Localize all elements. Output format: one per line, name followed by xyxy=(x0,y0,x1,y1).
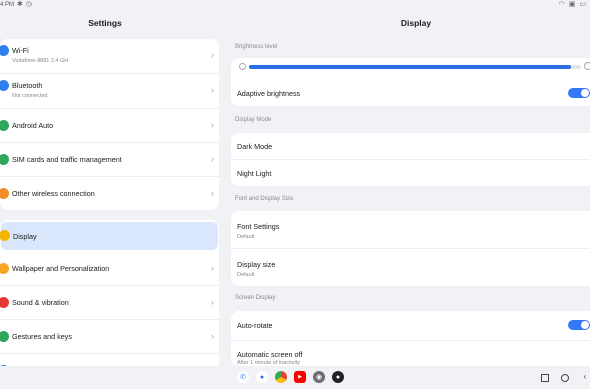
brightness-slider[interactable] xyxy=(231,58,590,80)
font-settings-value: Default xyxy=(237,234,255,240)
youtube-app-icon[interactable]: ▶ xyxy=(294,371,306,383)
adaptive-brightness-row[interactable]: Adaptive brightness xyxy=(231,80,590,106)
android-auto-icon xyxy=(0,120,9,131)
adaptive-brightness-toggle[interactable] xyxy=(568,88,590,98)
android-auto-label: Android Auto xyxy=(12,121,54,130)
brightness-card: Adaptive brightness xyxy=(231,58,590,106)
clock-status-icon: ◷ xyxy=(25,1,32,8)
settings-item-wallpaper[interactable]: Wallpaper and Personalization › xyxy=(0,252,219,286)
back-icon: ‹ xyxy=(583,372,587,381)
chevron-right-icon: › xyxy=(211,263,214,273)
font-settings-row[interactable]: Font Settings Default xyxy=(231,211,590,249)
display-icon xyxy=(0,230,10,241)
bluetooth-label: Bluetooth xyxy=(12,81,43,90)
camera-app-icon[interactable]: ◉ xyxy=(313,371,325,383)
system-nav-keys: ‹ xyxy=(540,372,590,384)
bluetooth-icon xyxy=(0,80,9,91)
brightness-track[interactable] xyxy=(249,65,581,69)
screen-display-card: Auto-rotate Automatic screen off After 1… xyxy=(231,311,590,366)
display-mode-section-header: Display Mode xyxy=(235,117,272,123)
back-button[interactable]: ‹ xyxy=(580,372,590,384)
settings-item-sim[interactable]: SIM cards and traffic management › xyxy=(0,143,219,177)
home-icon xyxy=(561,374,569,382)
gestures-label: Gestures and keys xyxy=(12,332,72,341)
auto-rotate-toggle[interactable] xyxy=(568,320,590,330)
display-mode-card: Dark Mode Night Light xyxy=(231,133,590,186)
brightness-low-icon xyxy=(239,63,246,70)
recents-icon xyxy=(541,374,549,382)
display-title: Display xyxy=(400,18,432,28)
wallpaper-icon xyxy=(0,263,9,274)
app-dock: ✆ ● ▶ ◉ ● xyxy=(237,371,344,383)
bluetooth-status: Not connected xyxy=(12,93,48,99)
settings-group-connectivity: Wi-Fi Vodafone-9881 2.4 GH › Bluetooth N… xyxy=(0,39,219,210)
chevron-right-icon: › xyxy=(211,297,214,307)
night-light-label: Night Light xyxy=(237,169,272,178)
chevron-right-icon: › xyxy=(211,120,214,130)
settings-item-gestures[interactable]: Gestures and keys › xyxy=(0,320,219,354)
navigation-bar: ✆ ● ▶ ◉ ● ‹ xyxy=(0,366,590,389)
sim-status-icon: ▣ xyxy=(568,1,576,8)
chevron-right-icon: › xyxy=(211,331,214,341)
settings-item-wifi[interactable]: Wi-Fi Vodafone-9881 2.4 GH › xyxy=(0,39,219,74)
display-size-value: Default xyxy=(237,272,255,278)
screen-off-row[interactable]: Automatic screen off After 1 minute of i… xyxy=(231,341,590,366)
chevron-right-icon: › xyxy=(211,50,214,60)
font-settings-label: Font Settings xyxy=(237,222,280,231)
home-button[interactable] xyxy=(560,372,570,384)
dark-mode-row[interactable]: Dark Mode xyxy=(231,133,590,160)
sound-label: Sound & vibration xyxy=(12,298,69,307)
settings-item-display[interactable]: Display xyxy=(0,222,218,250)
settings-group-device: Display Wallpaper and Personalization › … xyxy=(0,220,219,370)
settings-item-sound[interactable]: Sound & vibration › xyxy=(0,286,219,320)
wifi-network: Vodafone-9881 2.4 GH xyxy=(12,58,69,64)
status-bar: 4 PM ✱ ◷ ◠ ▣ ▭ xyxy=(0,0,590,11)
screen-off-label: Automatic screen off xyxy=(237,350,303,359)
brightness-section-header: Brightness level xyxy=(235,44,278,50)
wallpaper-label: Wallpaper and Personalization xyxy=(12,264,110,273)
settings-title: Settings xyxy=(88,18,122,28)
dark-mode-label: Dark Mode xyxy=(237,142,273,151)
chevron-right-icon: › xyxy=(211,85,214,95)
status-time: 4 PM xyxy=(0,2,15,8)
wifi-icon xyxy=(0,45,9,56)
other-wireless-label: Other wireless connection xyxy=(12,189,95,198)
settings-item-bluetooth[interactable]: Bluetooth Not connected › xyxy=(0,74,219,109)
brightness-high-icon xyxy=(584,62,590,70)
gestures-icon xyxy=(0,331,9,342)
wifi-label: Wi-Fi xyxy=(12,46,29,55)
sim-label: SIM cards and traffic management xyxy=(12,155,122,164)
sound-icon xyxy=(0,297,9,308)
phone-app-icon[interactable]: ✆ xyxy=(237,371,249,383)
battery-status-icon: ▭ xyxy=(579,1,586,8)
settings-item-other-wireless[interactable]: Other wireless connection › xyxy=(0,177,219,210)
auto-rotate-label: Auto-rotate xyxy=(237,321,273,330)
chevron-right-icon: › xyxy=(211,188,214,198)
brightness-fill xyxy=(249,65,572,69)
chrome-app-icon[interactable] xyxy=(275,371,287,383)
settings-item-android-auto[interactable]: Android Auto › xyxy=(0,109,219,143)
auto-rotate-row[interactable]: Auto-rotate xyxy=(231,311,590,341)
font-section-header: Font and Display Size xyxy=(235,196,294,202)
wireless-icon xyxy=(0,188,9,199)
bluetooth-status-icon: ✱ xyxy=(17,1,23,8)
messages-app-icon[interactable]: ● xyxy=(256,371,268,383)
display-size-label: Display size xyxy=(237,260,276,269)
sim-icon xyxy=(0,154,9,165)
font-display-card: Font Settings Default Display size Defau… xyxy=(231,211,590,286)
display-size-row[interactable]: Display size Default xyxy=(231,249,590,286)
chevron-right-icon: › xyxy=(211,154,214,164)
wifi-status-icon: ◠ xyxy=(558,1,565,8)
night-light-row[interactable]: Night Light xyxy=(231,160,590,186)
screen-section-header: Screen Display xyxy=(235,295,276,301)
lens-app-icon[interactable]: ● xyxy=(332,371,344,383)
display-label: Display xyxy=(13,232,37,241)
adaptive-brightness-label: Adaptive brightness xyxy=(237,89,301,98)
recents-button[interactable] xyxy=(540,372,550,384)
